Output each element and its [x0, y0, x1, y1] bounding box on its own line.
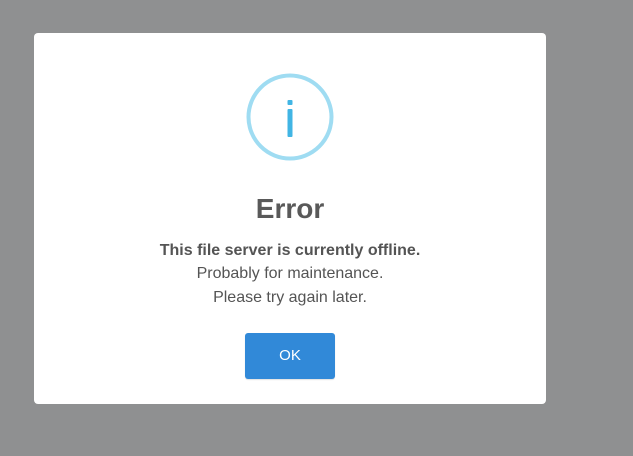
- ok-button[interactable]: OK: [245, 333, 335, 379]
- dialog-message-line: Please try again later.: [213, 289, 367, 306]
- dialog-message-line: This file server is currently offline.: [159, 242, 421, 259]
- dialog-message-line: Probably for maintenance.: [196, 265, 384, 282]
- error-dialog: Error This file server is currently offl…: [34, 33, 546, 404]
- dialog-title: Error: [255, 193, 325, 224]
- info-icon: [246, 73, 334, 161]
